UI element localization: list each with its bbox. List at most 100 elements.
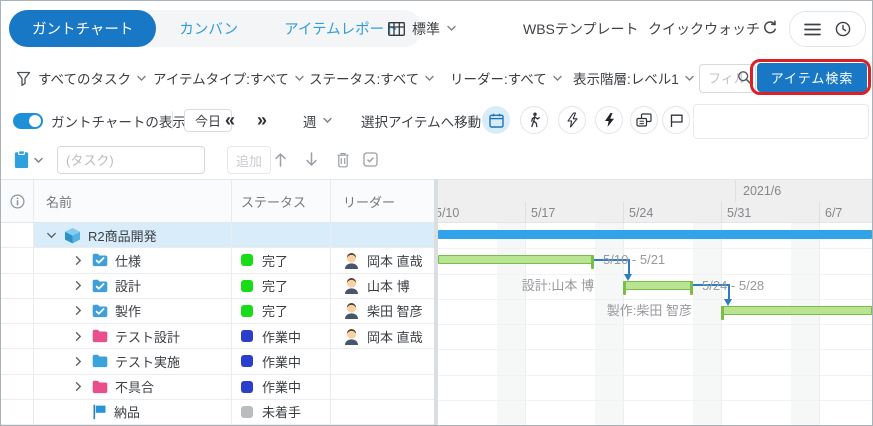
row-info-cell <box>1 375 34 399</box>
task-name-label: 不具合 <box>115 377 154 396</box>
gantt-toolbar-panel[interactable] <box>693 104 869 139</box>
task-name-cell[interactable]: 納品 <box>34 400 232 424</box>
info-column-header[interactable] <box>1 180 34 222</box>
chevron-down-icon <box>685 75 694 82</box>
history-clock-icon[interactable] <box>835 21 851 37</box>
status-cell[interactable]: 作業中 <box>232 324 331 348</box>
leader-filter-label: リーダー:すべて <box>450 68 547 88</box>
wbs-template-button[interactable]: WBSテンプレート <box>523 1 638 56</box>
leader-dropdown[interactable]: リーダー:すべて <box>450 56 562 100</box>
column-header-status[interactable]: ステータス <box>232 180 331 222</box>
tab-kanban[interactable]: カンバン <box>156 10 261 47</box>
leader-name-label: 柴田 智彦 <box>367 301 423 320</box>
flag-icon <box>92 404 107 420</box>
table-row[interactable]: 設計完了山本 博 <box>1 274 434 299</box>
leader-cell[interactable] <box>331 223 434 247</box>
status-label: 完了 <box>262 251 288 270</box>
column-header-name[interactable]: 名前 <box>34 180 232 222</box>
delete-button[interactable] <box>335 151 351 168</box>
status-cell[interactable]: 完了 <box>232 274 331 298</box>
status-cell[interactable]: 作業中 <box>232 349 331 373</box>
leader-cell[interactable]: 岡本 直哉 <box>331 248 434 272</box>
add-task-button[interactable]: 追加 <box>227 146 271 174</box>
task-name-cell[interactable]: テスト実施 <box>34 349 232 373</box>
table-row[interactable]: テスト実施作業中 <box>1 349 434 374</box>
resource-view-button[interactable] <box>520 106 548 134</box>
table-row[interactable]: 納品未着手 <box>1 400 434 425</box>
leader-cell[interactable] <box>331 349 434 373</box>
item-type-dropdown[interactable]: アイテムタイプ:すべて <box>153 56 304 100</box>
leader-cell[interactable] <box>331 375 434 399</box>
bar-name-label: 製作:柴田 智彦 <box>492 302 692 319</box>
gantt-chart-area: 2021/6 5/10 5/17 5/24 5/31 6/7 5/10 - 5/… <box>438 179 872 425</box>
new-task-input[interactable] <box>57 146 205 174</box>
status-cell[interactable]: 完了 <box>232 248 331 272</box>
status-cell[interactable]: 未着手 <box>232 400 331 424</box>
task-name-cell[interactable]: 製作 <box>34 299 232 323</box>
move-up-button[interactable] <box>272 151 289 168</box>
next-page-button[interactable]: » <box>257 100 267 141</box>
trash-icon <box>335 151 351 168</box>
tab-gantt-chart[interactable]: ガントチャート <box>9 10 156 47</box>
quick-watch-label: クイックウォッチ <box>648 19 760 39</box>
task-name-label: テスト設計 <box>115 327 180 346</box>
task-name-cell[interactable]: 仕様 <box>34 248 232 272</box>
chevron-right-icon[interactable] <box>74 381 88 392</box>
status-dropdown[interactable]: ステータス:すべて <box>309 56 434 100</box>
milestone-flag-button[interactable] <box>662 106 690 134</box>
project-gantt-bar[interactable] <box>438 230 872 239</box>
leader-cell[interactable]: 岡本 直哉 <box>331 324 434 348</box>
table-row[interactable]: 製作完了 柴田 智彦 <box>1 299 434 324</box>
chevron-right-icon[interactable] <box>74 331 88 342</box>
table-row[interactable]: 仕様 完了 岡本 直哉 <box>1 248 434 273</box>
gantt-timeline-header: 2021/6 5/10 5/17 5/24 5/31 6/7 <box>438 179 872 223</box>
item-search-button[interactable]: アイテム検索 <box>757 63 867 92</box>
lightning-filled-button[interactable] <box>595 106 623 134</box>
summary-gantt-bar[interactable] <box>623 281 693 290</box>
chevron-right-icon[interactable] <box>74 305 88 316</box>
walking-person-icon <box>527 112 542 128</box>
task-table-body: R2商品開発仕様完了岡本 直哉設計完了山本 博製作完了柴田 智彦テスト設計作業中… <box>1 223 434 425</box>
leader-cell[interactable]: 柴田 智彦 <box>331 299 434 323</box>
hamburger-menu-icon[interactable] <box>804 23 821 36</box>
summary-gantt-bar[interactable] <box>721 306 872 315</box>
task-scope-dropdown[interactable]: すべてのタスク <box>38 56 146 100</box>
quick-watch-button[interactable]: クイックウォッチ <box>648 1 760 56</box>
chevron-down-icon[interactable] <box>34 157 43 164</box>
status-label: 作業中 <box>262 377 301 396</box>
chevron-right-icon[interactable] <box>74 255 88 266</box>
chevron-right-icon[interactable] <box>74 280 88 291</box>
prev-page-button[interactable]: « <box>225 100 235 141</box>
move-to-selected-button[interactable]: 選択アイテムへ移動 <box>361 100 481 141</box>
chevron-right-icon[interactable] <box>74 356 88 367</box>
leader-cell[interactable]: 山本 博 <box>331 274 434 298</box>
item-type-label: アイテムタイプ:すべて <box>153 68 289 88</box>
table-row[interactable]: テスト設計 作業中岡本 直哉 <box>1 324 434 349</box>
task-name-cell[interactable]: 設計 <box>34 274 232 298</box>
lightning-outline-button[interactable] <box>558 106 586 134</box>
table-row[interactable]: R2商品開発 <box>1 223 434 248</box>
leader-cell[interactable] <box>331 400 434 424</box>
status-color-swatch <box>241 305 253 317</box>
summary-gantt-bar[interactable] <box>438 255 594 264</box>
item-type-selector[interactable] <box>13 150 30 169</box>
chevron-down-icon[interactable] <box>46 231 60 240</box>
task-name-cell[interactable]: テスト設計 <box>34 324 232 348</box>
calendar-mode-button[interactable] <box>482 106 510 134</box>
task-name-cell[interactable]: R2商品開発 <box>34 223 232 247</box>
table-row[interactable]: 不具合 作業中 <box>1 375 434 400</box>
time-scale-dropdown[interactable]: 週 <box>303 100 332 141</box>
move-down-button[interactable] <box>303 151 320 168</box>
task-name-cell[interactable]: 不具合 <box>34 375 232 399</box>
status-cell[interactable]: 完了 <box>232 299 331 323</box>
related-items-button[interactable] <box>630 106 658 134</box>
view-preset-dropdown[interactable]: 標準 <box>388 1 456 56</box>
display-level-dropdown[interactable]: 表示階層:レベル1 <box>573 56 694 100</box>
show-gantt-toggle[interactable] <box>13 113 43 129</box>
refresh-button[interactable] <box>762 20 778 36</box>
avatar <box>343 302 360 319</box>
status-cell[interactable] <box>232 223 331 247</box>
multi-select-button[interactable] <box>363 152 378 167</box>
status-cell[interactable]: 作業中 <box>232 375 331 399</box>
column-header-leader[interactable]: リーダー <box>331 180 434 222</box>
